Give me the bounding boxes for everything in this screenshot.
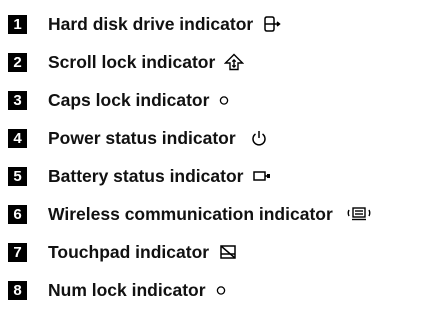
indicator-list: 1 Hard disk drive indicator 2 Scroll loc… bbox=[8, 5, 438, 309]
indicator-row: 6 Wireless communication indicator bbox=[8, 195, 438, 233]
number-badge: 2 bbox=[8, 52, 27, 72]
indicator-row: 1 Hard disk drive indicator bbox=[8, 5, 438, 43]
number-badge: 7 bbox=[8, 242, 27, 262]
touchpad-icon bbox=[218, 243, 238, 261]
number-badge: 4 bbox=[8, 128, 27, 148]
number-badge: 8 bbox=[8, 280, 27, 300]
scroll-lock-icon bbox=[224, 53, 245, 71]
indicator-label: Wireless communication indicator bbox=[48, 203, 333, 224]
number-badge: 6 bbox=[8, 204, 27, 224]
indicator-label: Scroll lock indicator bbox=[48, 51, 216, 72]
indicator-label: Battery status indicator bbox=[48, 165, 244, 186]
indicator-row: 3 Caps lock indicator bbox=[8, 81, 438, 119]
battery-icon bbox=[252, 169, 272, 183]
indicator-label: Caps lock indicator bbox=[48, 89, 210, 110]
circle-indicator-icon bbox=[218, 94, 230, 106]
indicator-row: 8 Num lock indicator bbox=[8, 271, 438, 309]
indicator-row: 2 Scroll lock indicator bbox=[8, 43, 438, 81]
indicator-row: 5 Battery status indicator bbox=[8, 157, 438, 195]
indicator-label: Num lock indicator bbox=[48, 279, 206, 300]
indicator-label: Power status indicator bbox=[48, 127, 236, 148]
indicator-label: Hard disk drive indicator bbox=[48, 13, 254, 34]
indicator-label: Touchpad indicator bbox=[48, 241, 210, 262]
number-badge: 3 bbox=[8, 90, 27, 110]
wireless-icon bbox=[346, 206, 372, 222]
hard-disk-icon bbox=[262, 15, 282, 33]
indicator-row: 4 Power status indicator bbox=[8, 119, 438, 157]
indicator-row: 7 Touchpad indicator bbox=[8, 233, 438, 271]
circle-indicator-icon bbox=[215, 284, 227, 296]
number-badge: 5 bbox=[8, 166, 27, 186]
number-badge: 1 bbox=[8, 14, 27, 34]
power-icon bbox=[250, 129, 268, 147]
